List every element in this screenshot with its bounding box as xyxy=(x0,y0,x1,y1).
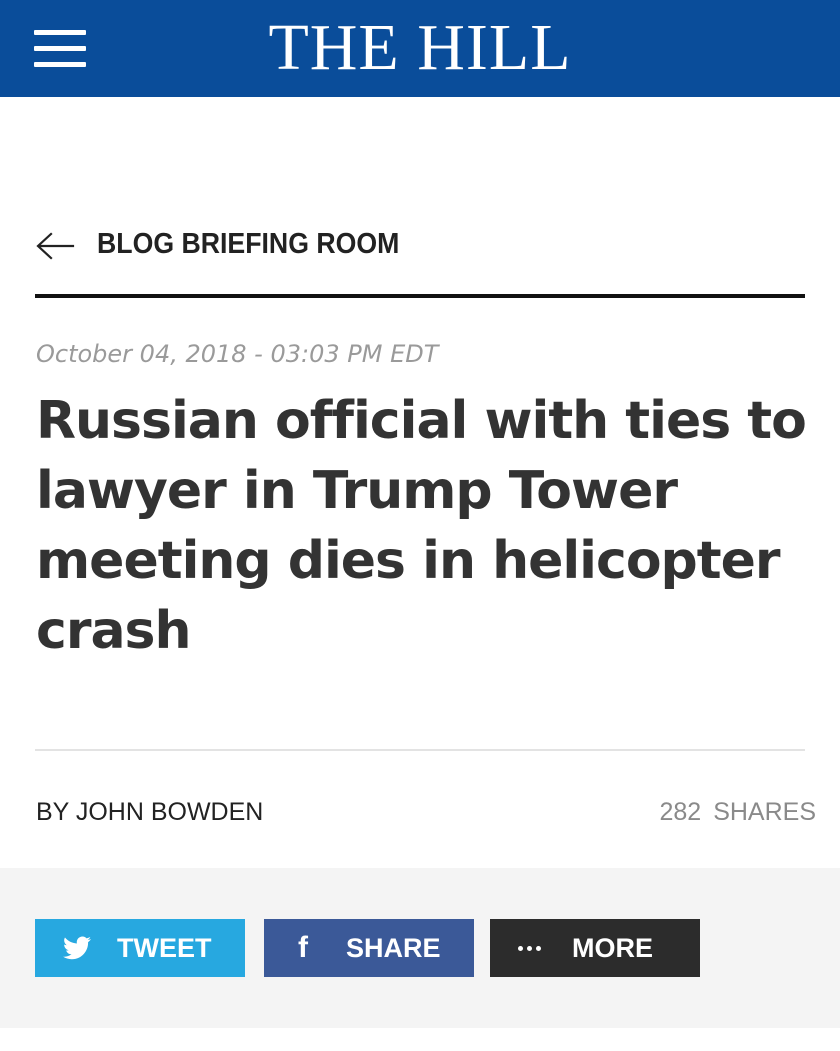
ellipsis-icon xyxy=(518,919,541,977)
twitter-bird-icon xyxy=(63,919,91,977)
facebook-f-icon: f xyxy=(298,931,308,964)
headline-divider xyxy=(35,749,805,751)
more-label: MORE xyxy=(572,933,653,963)
arrow-left-icon xyxy=(36,232,75,260)
section-label: BLOG BRIEFING ROOM xyxy=(97,228,400,260)
section-back-link[interactable]: BLOG BRIEFING ROOM xyxy=(35,226,635,266)
site-header: THE HILL xyxy=(0,0,840,97)
article-headline: Russian official with ties to lawyer in … xyxy=(36,391,807,661)
site-logo[interactable]: THE HILL xyxy=(0,14,840,82)
tweet-button[interactable]: TWEET xyxy=(35,919,245,977)
share-count: 282 SHARES xyxy=(659,798,816,827)
share-label: SHARE xyxy=(346,933,441,963)
section-divider xyxy=(35,294,805,298)
facebook-share-button[interactable]: f SHARE xyxy=(264,919,474,977)
share-count-label: SHARES xyxy=(713,798,816,826)
share-count-number: 282 xyxy=(659,798,702,826)
tweet-label: TWEET xyxy=(117,933,212,963)
more-share-button[interactable]: MORE xyxy=(490,919,700,977)
article-byline[interactable]: BY JOHN BOWDEN xyxy=(36,798,263,827)
article-date: October 04, 2018 - 03:03 PM EDT xyxy=(36,340,439,368)
